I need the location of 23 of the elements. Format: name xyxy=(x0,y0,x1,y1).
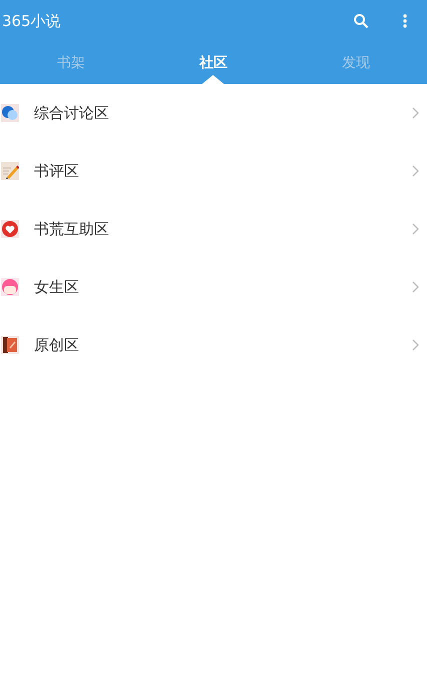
forum-item[interactable]: 书荒互助区 xyxy=(0,200,427,258)
chevron-right-icon xyxy=(412,223,419,235)
forum-item[interactable]: 书评区 xyxy=(0,142,427,200)
search-icon[interactable] xyxy=(353,13,369,29)
forum-label: 女生区 xyxy=(34,278,80,296)
chevron-right-icon xyxy=(412,107,419,119)
forum-label: 书评区 xyxy=(34,162,80,180)
more-icon[interactable] xyxy=(403,14,407,28)
chevron-right-icon xyxy=(412,165,419,177)
forum-item[interactable]: 女生区 xyxy=(0,258,427,316)
girl-face-icon xyxy=(1,278,19,296)
forum-item[interactable]: 原创区 xyxy=(0,316,427,374)
forum-label: 原创区 xyxy=(34,336,80,354)
forum-label: 综合讨论区 xyxy=(34,104,110,122)
app-title: 365小说 xyxy=(2,12,62,30)
chevron-right-icon xyxy=(412,281,419,293)
pencil-note-icon xyxy=(1,162,19,180)
chat-bubbles-icon xyxy=(1,104,19,122)
book-icon xyxy=(1,336,19,354)
selected-pointer-icon xyxy=(202,75,224,84)
forum-item[interactable]: 综合讨论区 xyxy=(0,84,427,142)
chevron-right-icon xyxy=(412,339,419,351)
forum-label: 书荒互助区 xyxy=(34,220,110,238)
